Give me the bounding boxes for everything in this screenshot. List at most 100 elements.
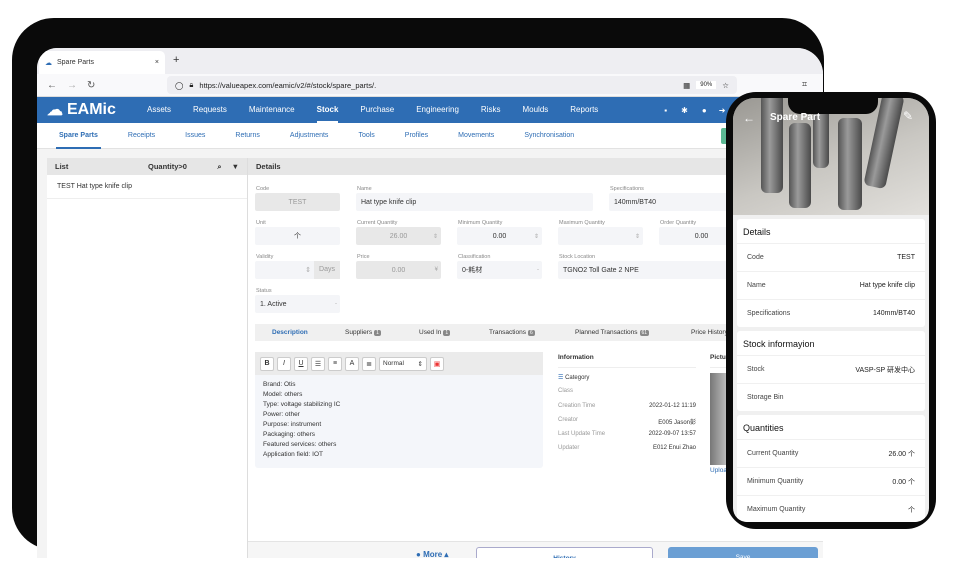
phone-frame: ← Spare Part ✎ Details Code TEST Name Hat … [726,92,936,529]
tab-planned-transactions[interactable]: Planned Transactions 61 [575,324,650,341]
specifications-field[interactable]: 140mm/BT40 [609,193,739,211]
logout-icon[interactable]: ➜ [719,106,726,115]
qr-icon[interactable]: ▦ [683,81,690,90]
nav-risks[interactable]: Risks [481,97,501,123]
unit-field[interactable]: 个 [255,227,340,245]
name-field[interactable]: Hat type knife clip [356,193,593,211]
tab-transactions[interactable]: Transactions 6 [489,324,535,341]
lock-icon: 🔒︎ [189,80,194,89]
nav-purchase[interactable]: Purchase [360,97,394,123]
nav-moulds[interactable]: Moulds [522,97,548,123]
history-button[interactable]: History [476,547,653,558]
card-title: Stock informayion [743,339,815,349]
validity-field[interactable]: ⇕ Days [255,261,340,279]
spinner-icon[interactable]: ⇕ [635,233,640,240]
validity-unit: Days [314,261,340,279]
reload-icon[interactable]: ↻ [87,80,95,91]
back-icon[interactable]: ← [47,80,57,91]
tab-suppliers[interactable]: Suppliers 1 [345,324,381,341]
url-text: https://valueapex.com/eamic/v2/#/stock/s… [199,80,377,90]
current-quantity-value: 26.00 [389,232,408,240]
zoom-level[interactable]: 90% [696,81,717,89]
subnav-synchronisation[interactable]: Synchronisation [524,123,574,149]
card-title: Quantities [743,423,784,433]
info-row: Creator E005 Jason彭 [558,416,696,426]
browser-tab[interactable]: ☁ Spare Parts × [39,51,165,74]
unit-label: Unit [256,220,266,226]
tab-label: Used In [419,329,442,336]
nav-engineering[interactable]: Engineering [416,97,459,123]
numbered-list-button[interactable]: ≡ [328,356,342,371]
new-tab-icon[interactable]: + [173,54,179,66]
url-field[interactable]: ◯ 🔒︎ https://valueapex.com/eamic/v2/#/sto… [167,76,737,94]
code-field: TEST [255,193,340,211]
editor-toolbar: B I U ☰ ≡ A ≣ Normal ⇕ ▣ [255,352,543,375]
back-arrow-icon[interactable]: ← [743,111,755,125]
spinner-icon[interactable]: ⇕ [255,266,314,274]
subnav-spare-parts[interactable]: Spare Parts [56,123,101,149]
message-icon[interactable]: ▪ [664,106,667,115]
tab-label: Planned Transactions [575,329,638,336]
status-label: Status [256,288,272,294]
subnav-returns[interactable]: Returns [235,123,260,149]
more-button[interactable]: ● More ▴ [416,550,448,558]
italic-button[interactable]: I [277,356,291,371]
format-select[interactable]: Normal ⇕ [379,356,427,371]
subnav-issues[interactable]: Issues [185,123,205,149]
classification-select[interactable]: 0-耗材 - [457,261,542,279]
save-button[interactable]: Save [668,547,818,558]
min-quantity-field[interactable]: 0.00 ⇕ [457,227,542,245]
stock-location-select[interactable]: TGNO2 Toll Gate 2 NPE [558,261,738,279]
nav-requests[interactable]: Requests [193,97,227,123]
nav-reports[interactable]: Reports [570,97,598,123]
underline-button[interactable]: U [294,356,308,371]
gear-icon[interactable]: ✱ [681,106,688,115]
stock-card: Stock informayion Stock VASP-SP 研发中心 Stor… [737,331,925,411]
nav-stock[interactable]: Stock [316,97,338,123]
subnav-receipts[interactable]: Receipts [128,123,155,149]
validity-label: Validity [256,254,274,260]
close-icon[interactable]: × [155,59,159,66]
filter-icon[interactable]: ▼ [232,162,239,171]
tab-title: Spare Parts [57,59,94,66]
cloud-logo-icon: ☁ [47,102,63,119]
star-icon[interactable]: ☆ [722,81,729,90]
stock-location-label: Stock Location [559,254,596,260]
tab-used-in[interactable]: Used In 1 [419,324,451,341]
spinner-icon: ⇕ [432,233,438,240]
forward-icon[interactable]: → [67,80,77,91]
detail-row: Specifications 140mm/BT40 [737,299,925,327]
user-icon[interactable]: ● [702,106,707,115]
crop-icon[interactable]: ⌗ [802,79,807,90]
price-label: Price [357,254,370,260]
spinner-icon[interactable]: ⇕ [534,233,539,240]
max-quantity-field[interactable]: ⇕ [558,227,643,245]
count-badge: 1 [374,330,381,336]
phone-screen: ← Spare Part ✎ Details Code TEST Name Hat … [733,98,929,522]
list-item[interactable]: TEST Hat type knife clip [47,175,247,199]
editor-content[interactable]: Brand: Otis Model: others Type: voltage … [255,375,543,465]
nav-assets[interactable]: Assets [147,97,171,123]
clear-format-button[interactable]: ▣ [430,356,444,371]
subnav-adjustments[interactable]: Adjustments [290,123,329,149]
quantity-filter[interactable]: Quantity>0 [148,162,217,171]
bullet-list-button[interactable]: ☰ [311,356,325,371]
tab-price-history[interactable]: Price History [691,324,728,341]
status-select[interactable]: 1. Active - [255,295,340,313]
category-link[interactable]: ☰ Category [558,374,696,388]
tab-description[interactable]: Description [272,324,308,341]
description-editor[interactable]: B I U ☰ ≡ A ≣ Normal ⇕ ▣ Brand: Otis Mode… [255,352,543,468]
bold-button[interactable]: B [260,356,274,371]
text-color-button[interactable]: A [345,356,359,371]
search-icon[interactable]: ⌕ [217,162,221,172]
stock-row: Storage Bin [737,383,925,411]
nav-maintenance[interactable]: Maintenance [249,97,295,123]
subnav-tools[interactable]: Tools [358,123,374,149]
align-button[interactable]: ≣ [362,356,376,371]
code-label: Code [256,186,270,192]
edit-icon[interactable]: ✎ [903,109,913,123]
list-panel: List Quantity>0 ⌕ ▼ TEST Hat type knife … [47,158,247,558]
subnav-movements[interactable]: Movements [458,123,494,149]
subnav-profiles[interactable]: Profiles [405,123,428,149]
logo[interactable]: ☁ EAMic [47,100,147,120]
